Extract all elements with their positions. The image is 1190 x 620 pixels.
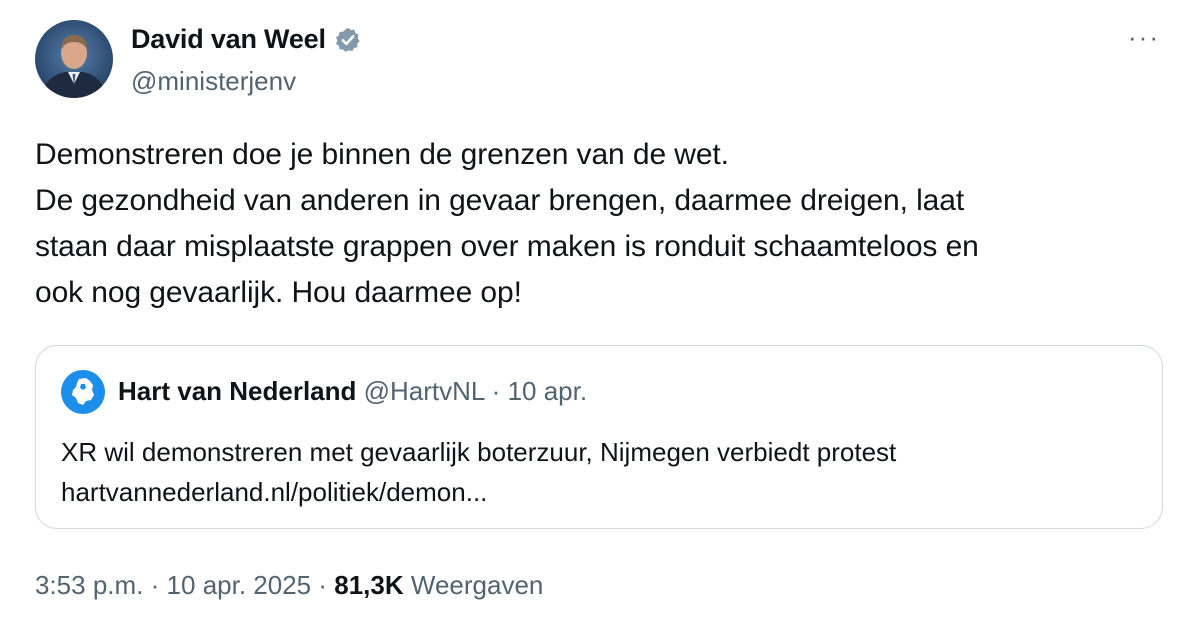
quoted-author-handle[interactable]: @HartvNL xyxy=(364,376,485,406)
tweet-text: Demonstreren doe je binnen de grenzen va… xyxy=(35,132,1165,316)
quoted-tweet-card[interactable]: Hart van Nederland @HartvNL · 10 apr. XR… xyxy=(35,345,1163,529)
quoted-avatar[interactable] xyxy=(61,370,105,414)
tweet-line: ook nog gevaarlijk. Hou daarmee op! xyxy=(35,276,522,309)
tweet-line: De gezondheid van anderen in gevaar bren… xyxy=(35,184,965,217)
quoted-header: Hart van Nederland @HartvNL · 10 apr. xyxy=(118,376,587,407)
quoted-link[interactable]: hartvannederland.nl/politiek/demon... xyxy=(61,472,896,512)
tweet-line: staan daar misplaatste grappen over make… xyxy=(35,230,979,263)
netherlands-map-logo-icon xyxy=(72,378,94,405)
tweet-date[interactable]: 10 apr. 2025 xyxy=(167,570,312,600)
author-name[interactable]: David van Weel xyxy=(131,24,362,55)
quoted-text-line: XR wil demonstreren met gevaarlijk boter… xyxy=(61,437,897,467)
author-avatar[interactable] xyxy=(35,20,113,98)
meta-separator: · xyxy=(318,570,328,600)
tweet-line: Demonstreren doe je binnen de grenzen va… xyxy=(35,138,729,171)
verified-badge-icon xyxy=(335,27,360,52)
tweet-time[interactable]: 3:53 p.m. xyxy=(35,570,143,600)
quoted-text: XR wil demonstreren met gevaarlijk boter… xyxy=(61,432,896,512)
meta-separator: · xyxy=(150,570,160,600)
quoted-date[interactable]: 10 apr. xyxy=(508,376,588,406)
quoted-separator: · xyxy=(491,376,501,406)
tweet-meta: 3:53 p.m. · 10 apr. 2025 · 81,3K Weergav… xyxy=(35,570,543,601)
views-count: 81,3K xyxy=(334,570,404,600)
author-name-text[interactable]: David van Weel xyxy=(131,24,326,55)
author-handle[interactable]: @ministerjenv xyxy=(131,66,296,97)
more-horizontal-icon[interactable]: ··· xyxy=(1128,22,1160,52)
quoted-author-name[interactable]: Hart van Nederland xyxy=(118,376,356,406)
views-label: Weergaven xyxy=(410,570,544,600)
person-avatar-icon xyxy=(41,35,107,98)
